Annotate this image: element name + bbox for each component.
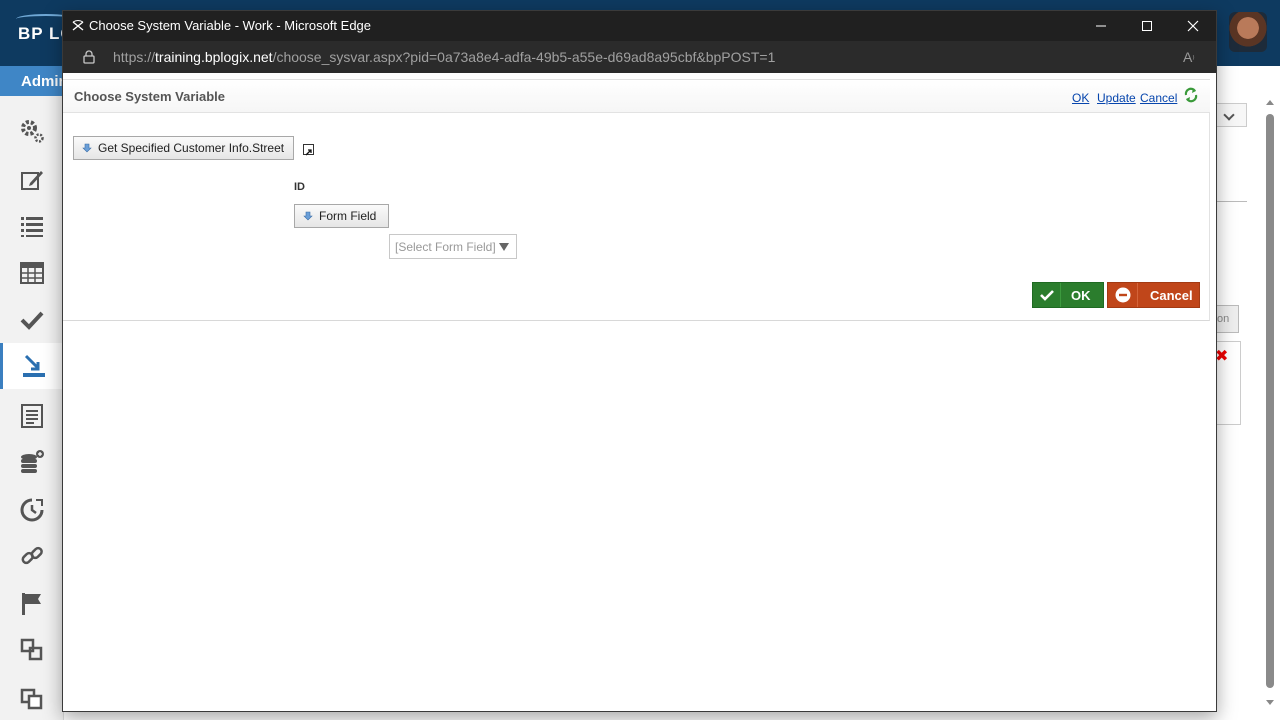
minus-circle-icon — [1108, 283, 1138, 307]
dialog-header: Choose System Variable OK Update Cancel — [63, 79, 1210, 113]
sidebar-item-table[interactable] — [0, 250, 64, 296]
admin-tab[interactable]: Admir — [0, 66, 64, 96]
window-titlebar[interactable]: Choose System Variable - Work - Microsof… — [63, 11, 1216, 41]
header-cancel-link[interactable]: Cancel — [1140, 91, 1177, 105]
popup-window: Choose System Variable - Work - Microsof… — [62, 10, 1217, 712]
dialog-title: Choose System Variable — [74, 89, 226, 104]
flag-icon — [22, 593, 41, 615]
close-button[interactable] — [1170, 11, 1216, 41]
minimize-icon — [1096, 25, 1106, 27]
edit-icon — [21, 171, 43, 190]
check-icon — [20, 311, 44, 330]
arrow-down-icon — [82, 143, 92, 153]
table-icon — [20, 262, 44, 284]
sidebar — [0, 96, 64, 720]
cancel-button[interactable]: Cancel — [1107, 282, 1200, 308]
sidebar-item-tasks[interactable] — [0, 297, 64, 343]
sidebar-item-timers[interactable] — [0, 487, 64, 533]
layers-icon — [20, 688, 43, 710]
background-dropdown[interactable] — [1217, 103, 1247, 127]
import-icon — [22, 354, 45, 377]
database-add-icon — [21, 450, 44, 473]
delete-icon[interactable]: ✖ — [1215, 346, 1228, 366]
list-icon — [21, 217, 43, 237]
copy-icon — [20, 638, 43, 661]
dialog-page: Choose System Variable OK Update Cancel … — [63, 73, 1216, 711]
close-icon — [1187, 20, 1199, 32]
arrow-out-icon — [305, 149, 312, 156]
minimize-button[interactable] — [1078, 11, 1124, 41]
url-domain: training.bplogix.net — [155, 49, 273, 65]
sidebar-item-list[interactable] — [0, 203, 64, 249]
sidebar-item-import[interactable] — [0, 343, 64, 389]
dialog-body: Get Specified Customer Info.Street ID Fo… — [63, 113, 1210, 321]
form-field-select-value: [Select Form Field] — [395, 240, 496, 254]
sidebar-item-data-sources[interactable] — [0, 439, 64, 485]
header-ok-link[interactable]: OK — [1072, 91, 1089, 105]
read-aloud-icon[interactable]: A⁾ — [1183, 49, 1195, 65]
dropdown-arrow-icon — [499, 243, 509, 251]
address-bar[interactable]: https://training.bplogix.net/choose_sysv… — [63, 41, 1216, 73]
form-field-button[interactable]: Form Field — [294, 204, 389, 228]
lock-icon[interactable] — [83, 50, 95, 64]
sidebar-item-flags[interactable] — [0, 581, 64, 627]
ok-button[interactable]: OK — [1032, 282, 1104, 308]
sidebar-item-edit[interactable] — [0, 157, 64, 203]
arrow-down-icon — [303, 211, 313, 221]
window-title: Choose System Variable - Work - Microsof… — [89, 18, 372, 33]
sidebar-item-layers[interactable] — [0, 675, 64, 720]
header-update-link[interactable]: Update — [1097, 91, 1136, 105]
timer-icon — [20, 498, 44, 522]
link-icon — [21, 546, 43, 565]
sidebar-item-reports[interactable] — [0, 393, 64, 439]
gears-icon — [21, 120, 44, 143]
background-divider — [1217, 201, 1247, 202]
sidebar-item-settings[interactable] — [0, 108, 64, 154]
sidebar-item-copy[interactable] — [0, 627, 64, 673]
ok-button-label: OK — [1071, 287, 1091, 303]
scroll-thumb[interactable] — [1266, 114, 1274, 688]
system-variable-label: Get Specified Customer Info.Street — [98, 141, 285, 155]
user-avatar[interactable] — [1229, 12, 1267, 52]
maximize-button[interactable] — [1124, 11, 1170, 41]
scroll-up-arrow[interactable] — [1266, 100, 1274, 105]
check-icon — [1033, 283, 1061, 307]
url-text[interactable]: https://training.bplogix.net/choose_sysv… — [113, 49, 775, 65]
background-partial-button[interactable]: on — [1217, 305, 1239, 333]
refresh-icon[interactable] — [1182, 86, 1200, 104]
app-icon — [72, 20, 84, 31]
scroll-down-arrow[interactable] — [1266, 700, 1274, 705]
id-parameter-label: ID — [294, 181, 305, 193]
report-icon — [21, 404, 43, 428]
form-field-label: Form Field — [319, 209, 377, 223]
page-scrollbar[interactable] — [1264, 100, 1276, 710]
form-field-select[interactable]: [Select Form Field] — [389, 234, 517, 259]
external-link-icon[interactable] — [303, 144, 314, 156]
maximize-icon — [1142, 21, 1152, 31]
cancel-button-label: Cancel — [1150, 287, 1193, 303]
system-variable-button[interactable]: Get Specified Customer Info.Street — [73, 136, 294, 160]
sidebar-item-links[interactable] — [0, 533, 64, 579]
